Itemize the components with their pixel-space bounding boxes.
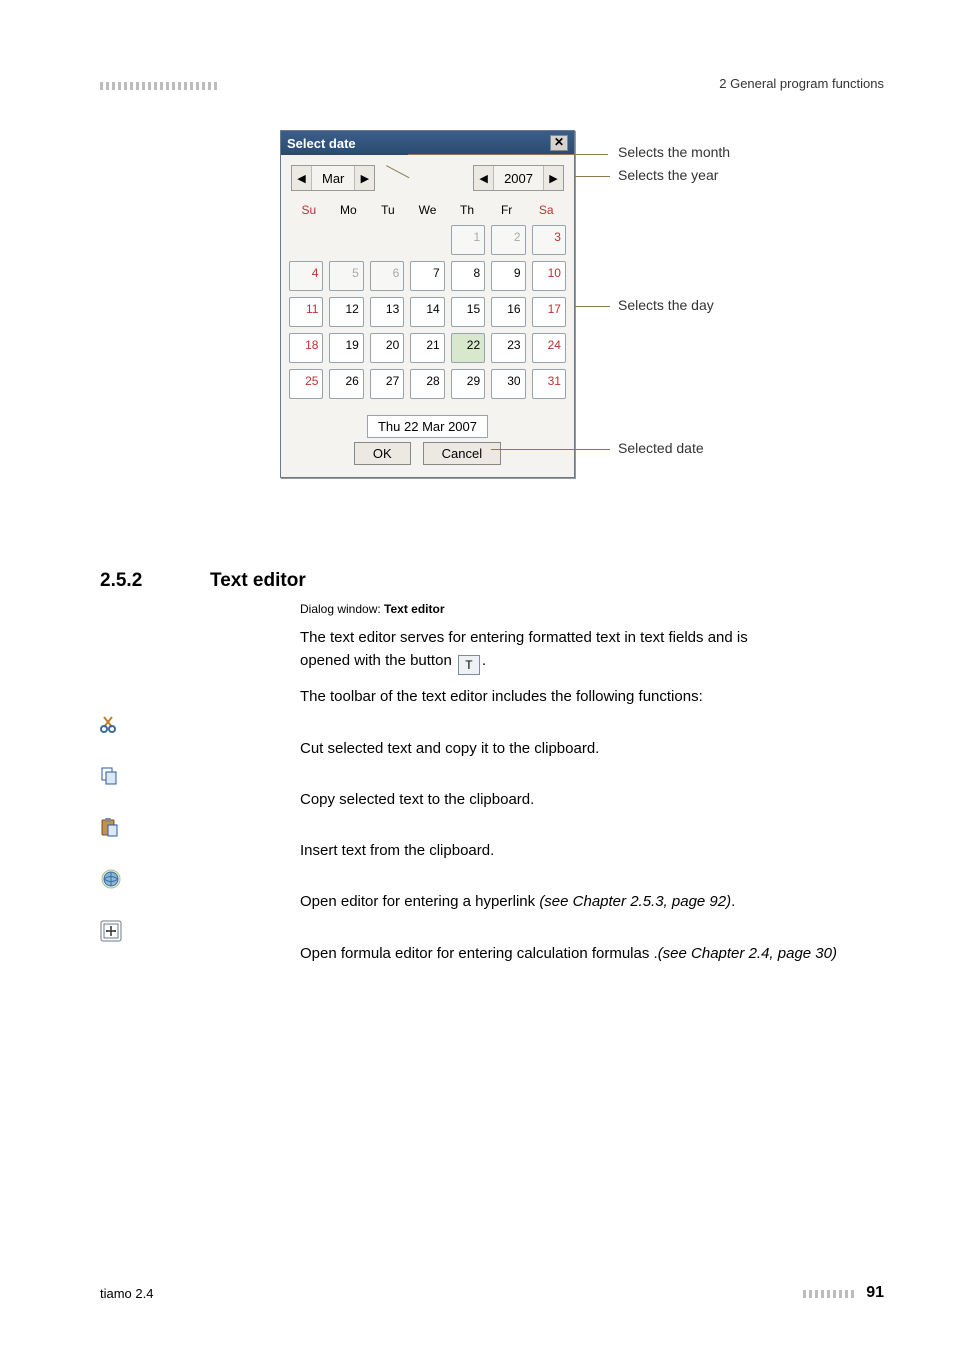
calendar-day[interactable]: 21: [410, 333, 444, 363]
text-editor-button-icon: T: [458, 655, 480, 675]
intro-paragraph: The text editor serves for entering form…: [300, 626, 844, 675]
calendar-day[interactable]: 30: [491, 369, 525, 399]
month-next-button[interactable]: ▶: [354, 166, 374, 190]
calendar-day[interactable]: 27: [370, 369, 404, 399]
calendar-day[interactable]: 19: [329, 333, 363, 363]
header-breadcrumb: 2 General program functions: [719, 76, 884, 91]
selected-date-display: Thu 22 Mar 2007: [367, 415, 488, 438]
calendar-day[interactable]: 8: [451, 261, 485, 291]
callout-year: Selects the year: [618, 167, 718, 183]
calendar-day[interactable]: 31: [532, 369, 566, 399]
calendar-day[interactable]: 12: [329, 297, 363, 327]
close-icon[interactable]: ✕: [550, 135, 568, 151]
year-label: 2007: [494, 171, 543, 186]
calendar-day[interactable]: 25: [289, 369, 323, 399]
calendar-day[interactable]: 4: [289, 261, 323, 291]
weekday-su: Su: [289, 201, 329, 219]
date-picker-figure: Select date ✕ ◀ Mar ▶ ◀ 2007 ▶ Su Mo Tu: [280, 130, 884, 530]
dialog-titlebar: Select date ✕: [281, 131, 574, 155]
callout-selected: Selected date: [618, 440, 704, 456]
month-label: Mar: [312, 171, 354, 186]
func-copy: Copy selected text to the clipboard.: [300, 788, 844, 811]
page-footer: tiamo 2.4 91: [100, 1284, 884, 1302]
calendar-day[interactable]: 2: [491, 225, 525, 255]
hyperlink-icon: [100, 868, 120, 888]
calendar-day[interactable]: 7: [410, 261, 444, 291]
footer-left: tiamo 2.4: [100, 1286, 153, 1301]
year-selector: ◀ 2007 ▶: [473, 165, 564, 191]
weekday-fr: Fr: [487, 201, 527, 219]
month-prev-button[interactable]: ◀: [292, 166, 312, 190]
calendar-day[interactable]: 11: [289, 297, 323, 327]
calendar-day[interactable]: 1: [451, 225, 485, 255]
month-selector: ◀ Mar ▶: [291, 165, 375, 191]
calendar-day[interactable]: 16: [491, 297, 525, 327]
cut-icon: [100, 715, 120, 735]
callout-day: Selects the day: [618, 297, 714, 313]
cancel-button[interactable]: Cancel: [423, 442, 501, 465]
calendar-day[interactable]: 28: [410, 369, 444, 399]
weekday-th: Th: [447, 201, 487, 219]
calendar-day[interactable]: 6: [370, 261, 404, 291]
dialog-window-label: Dialog window: Text editor: [300, 602, 844, 616]
weekday-sa: Sa: [526, 201, 566, 219]
toolbar-intro: The toolbar of the text editor includes …: [300, 685, 844, 708]
weekday-tu: Tu: [368, 201, 408, 219]
footer-right: 91: [803, 1284, 884, 1302]
calendar-day[interactable]: 24: [532, 333, 566, 363]
year-next-button[interactable]: ▶: [543, 166, 563, 190]
calendar-day[interactable]: 10: [532, 261, 566, 291]
select-date-dialog: Select date ✕ ◀ Mar ▶ ◀ 2007 ▶ Su Mo Tu: [280, 130, 575, 478]
calendar-day[interactable]: 22: [451, 333, 485, 363]
calendar-day[interactable]: 18: [289, 333, 323, 363]
calendar-day[interactable]: 9: [491, 261, 525, 291]
calendar-day[interactable]: 29: [451, 369, 485, 399]
section-title: Text editor: [210, 570, 306, 592]
calendar-day[interactable]: 26: [329, 369, 363, 399]
weekday-header: Su Mo Tu We Th Fr Sa: [281, 197, 574, 221]
dialog-title: Select date: [287, 136, 356, 151]
calendar-day[interactable]: 14: [410, 297, 444, 327]
section-number: 2.5.2: [100, 570, 210, 592]
calendar-day[interactable]: 5: [329, 261, 363, 291]
copy-icon: [100, 766, 120, 786]
calendar-day[interactable]: 15: [451, 297, 485, 327]
year-prev-button[interactable]: ◀: [474, 166, 494, 190]
weekday-we: We: [408, 201, 448, 219]
func-cut: Cut selected text and copy it to the cli…: [300, 737, 844, 760]
callout-month: Selects the month: [618, 144, 730, 160]
calendar-day[interactable]: 3: [532, 225, 566, 255]
func-formula: Open formula editor for entering calcula…: [300, 942, 844, 965]
func-hyperlink: Open editor for entering a hyperlink (se…: [300, 890, 844, 913]
formula-icon: [100, 920, 120, 940]
calendar-day[interactable]: 23: [491, 333, 525, 363]
paste-icon: [100, 817, 120, 837]
func-paste: Insert text from the clipboard.: [300, 839, 844, 862]
calendar-day[interactable]: 20: [370, 333, 404, 363]
ok-button[interactable]: OK: [354, 442, 411, 465]
weekday-mo: Mo: [329, 201, 369, 219]
calendar-grid: 1234567891011121314151617181920212223242…: [281, 221, 574, 409]
calendar-day[interactable]: 17: [532, 297, 566, 327]
calendar-day[interactable]: 13: [370, 297, 404, 327]
header-decoration: [100, 82, 220, 90]
